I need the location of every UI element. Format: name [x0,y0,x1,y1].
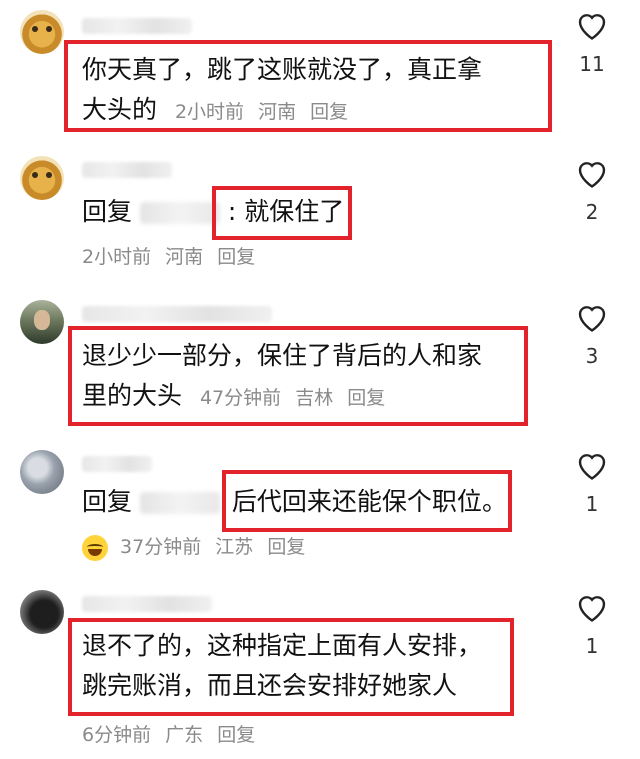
avatar[interactable] [20,10,64,54]
timestamp: 6分钟前 [82,724,152,746]
like-button[interactable]: 11 [570,8,614,76]
reply-button[interactable]: 回复 [217,724,255,746]
like-count: 3 [585,344,599,368]
reply-prefix: 回复 [82,197,133,226]
timestamp: 2小时前 [82,246,152,268]
laughing-tears-emoji-icon [82,534,108,561]
location: 江苏 [215,536,254,558]
like-count: 1 [585,634,599,658]
reply-prefix: 回复 [82,487,133,516]
comment-meta: 37分钟前 江苏 回复 [82,532,305,562]
heart-outline-icon [578,162,606,188]
like-button[interactable]: 2 [570,156,614,224]
comment-item: 回复 : 就保住了 2小时前 河南 回复 2 [0,150,640,290]
comment-item: 退少少一部分，保住了背后的人和家 里的大头 47分钟前 吉林 回复 3 [0,290,640,440]
username-blurred[interactable] [82,596,212,612]
like-count: 2 [585,200,599,224]
avatar[interactable] [20,450,64,494]
mention-blurred[interactable] [139,202,220,224]
highlight-box [68,618,514,716]
avatar[interactable] [20,156,64,200]
comment-meta: 6分钟前 广东 回复 [82,720,255,750]
timestamp: 37分钟前 [120,536,202,558]
location: 河南 [165,246,204,268]
highlight-box [222,470,512,532]
mention-blurred[interactable] [139,492,220,514]
comment-meta: 2小时前 河南 回复 [82,242,255,272]
like-button[interactable]: 1 [570,448,614,516]
comment-item: 退不了的，这种指定上面有人安排， 跳完账消，而且还会安排好她家人 6分钟前 广东… [0,580,640,759]
avatar[interactable] [20,590,64,634]
reply-button[interactable]: 回复 [217,246,255,268]
like-count: 1 [585,492,599,516]
username-blurred[interactable] [82,162,172,178]
username-blurred[interactable] [82,456,152,472]
username-blurred[interactable] [82,306,272,322]
like-button[interactable]: 3 [570,300,614,368]
username-blurred[interactable] [82,18,192,34]
heart-outline-icon [578,14,606,40]
location: 广东 [165,724,204,746]
heart-outline-icon [578,306,606,332]
heart-outline-icon [578,596,606,622]
highlight-box [68,326,528,426]
comment-item: 回复 后代回来还能保个职位。 37分钟前 江苏 回复 1 [0,440,640,580]
like-button[interactable]: 1 [570,590,614,658]
reply-button[interactable]: 回复 [267,536,305,558]
like-count: 11 [579,52,605,76]
avatar[interactable] [20,300,64,344]
comment-item: 你天真了，跳了这账就没了，真正拿 大头的 2小时前 河南 回复 11 [0,0,640,150]
heart-outline-icon [578,454,606,480]
highlight-box [212,186,352,240]
highlight-box [64,40,552,132]
